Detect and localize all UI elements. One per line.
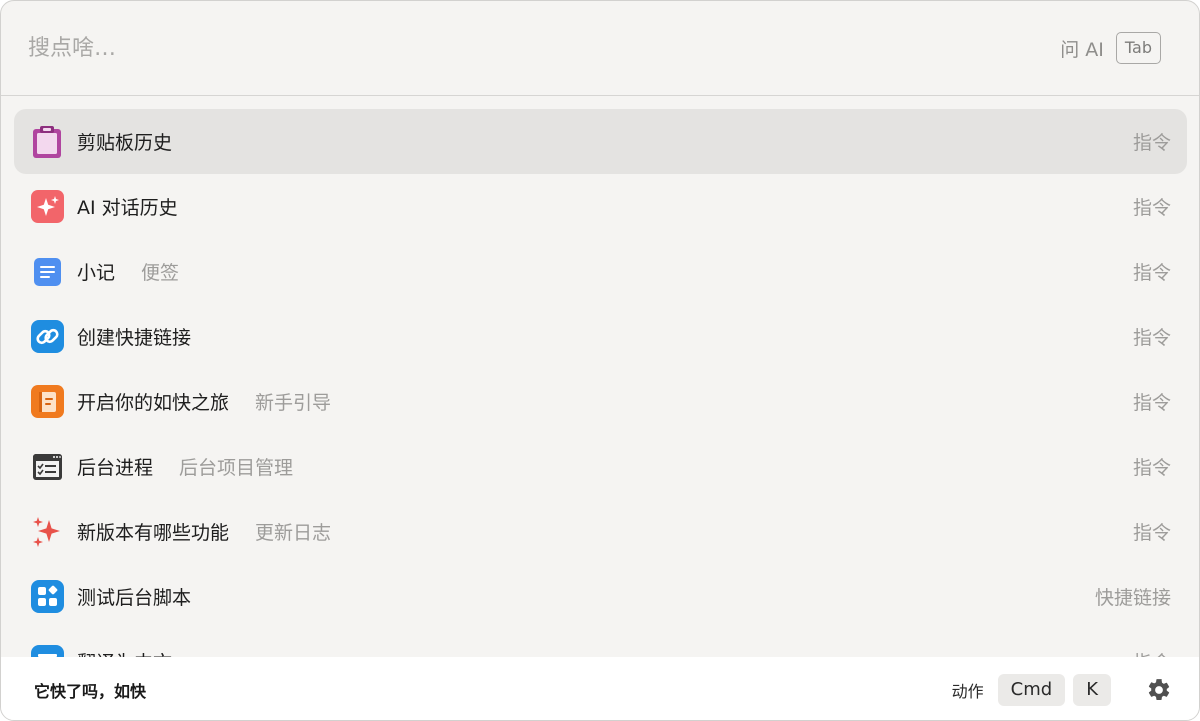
footer-actions: 动作 Cmd K <box>952 673 1173 706</box>
ai-chat-icon <box>30 190 64 224</box>
sparkles-icon <box>30 515 64 549</box>
results-list: 剪贴板历史 指令 AI 对话历史 指令 小记 便签 指令 创建快捷链接 指令 开… <box>14 109 1187 694</box>
tab-keycap: Tab <box>1115 32 1161 64</box>
result-kind: 指令 <box>1132 392 1171 414</box>
result-row-notes[interactable]: 小记 便签 指令 <box>14 239 1187 304</box>
launcher-window: 问 AI Tab 剪贴板历史 指令 <box>0 0 1200 721</box>
result-row-whats-new[interactable]: 新版本有哪些功能 更新日志 指令 <box>14 499 1187 564</box>
result-kind: 快捷链接 <box>1094 587 1171 609</box>
gear-icon[interactable] <box>1145 676 1173 704</box>
note-icon <box>30 255 64 289</box>
result-title: 后台进程 <box>77 457 154 479</box>
footer-bar: 它快了吗，如快 动作 Cmd K <box>1 657 1199 720</box>
background-process-icon <box>30 450 64 484</box>
result-title: 创建快捷链接 <box>77 327 192 349</box>
search-input[interactable] <box>28 35 1061 61</box>
k-keycap[interactable]: K <box>1073 673 1111 706</box>
result-subtitle: 便签 <box>141 262 180 284</box>
search-bar: 问 AI Tab <box>1 1 1199 96</box>
result-row-test-background-script[interactable]: 测试后台脚本 快捷链接 <box>14 564 1187 629</box>
apps-grid-icon <box>30 580 64 614</box>
result-subtitle: 后台项目管理 <box>179 457 294 479</box>
result-subtitle: 新手引导 <box>255 392 332 414</box>
result-row-background-process[interactable]: 后台进程 后台项目管理 指令 <box>14 434 1187 499</box>
result-title: 新版本有哪些功能 <box>77 522 230 544</box>
result-title: 剪贴板历史 <box>77 132 173 154</box>
result-kind: 指令 <box>1132 132 1171 154</box>
result-row-ai-chat-history[interactable]: AI 对话历史 指令 <box>14 174 1187 239</box>
guide-icon <box>30 385 64 419</box>
result-row-create-quicklink[interactable]: 创建快捷链接 指令 <box>14 304 1187 369</box>
ask-ai-label: 问 AI <box>1060 38 1104 61</box>
result-row-onboarding[interactable]: 开启你的如快之旅 新手引导 指令 <box>14 369 1187 434</box>
actions-label[interactable]: 动作 <box>952 678 984 702</box>
result-row-clipboard-history[interactable]: 剪贴板历史 指令 <box>14 109 1187 174</box>
result-kind: 指令 <box>1132 262 1171 284</box>
result-title: 测试后台脚本 <box>77 587 192 609</box>
result-kind: 指令 <box>1132 197 1171 219</box>
result-kind: 指令 <box>1132 457 1171 479</box>
cmd-keycap[interactable]: Cmd <box>997 673 1066 706</box>
footer-slogan: 它快了吗，如快 <box>34 681 147 701</box>
link-icon <box>30 320 64 354</box>
result-subtitle: 更新日志 <box>255 522 332 544</box>
result-kind: 指令 <box>1132 327 1171 349</box>
result-kind: 指令 <box>1132 522 1171 544</box>
ask-ai-hint[interactable]: 问 AI Tab <box>1060 32 1161 64</box>
result-title: AI 对话历史 <box>77 197 178 219</box>
clipboard-icon <box>30 125 64 159</box>
result-title: 小记 <box>77 262 116 284</box>
result-title: 开启你的如快之旅 <box>77 392 230 414</box>
